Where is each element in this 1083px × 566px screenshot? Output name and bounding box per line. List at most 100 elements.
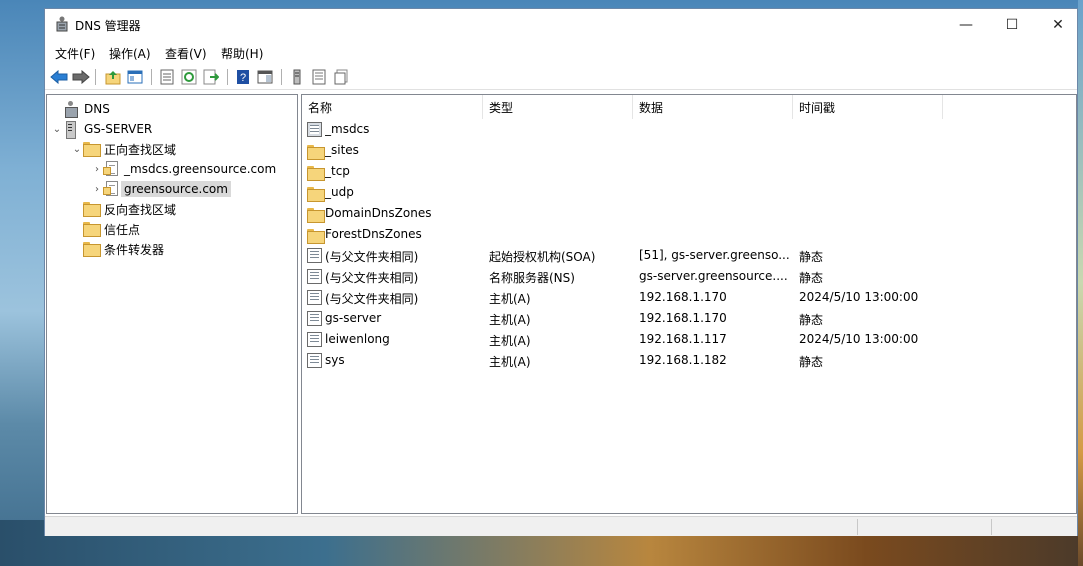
dns-icon — [63, 101, 79, 118]
record-icon — [307, 332, 322, 347]
back-icon[interactable] — [49, 67, 69, 87]
tree-item-label: 反向查找区域 — [104, 202, 177, 217]
tree-item-label: GS-SERVER — [84, 122, 153, 136]
dns-app-icon — [56, 16, 68, 32]
cell-name: sys — [325, 353, 345, 367]
record-icon — [307, 248, 322, 263]
properties-icon[interactable] — [157, 67, 177, 87]
tree-item-gs-server[interactable]: ⌄ GS-SERVER — [51, 119, 152, 139]
table-row[interactable]: DomainDnsZones — [302, 203, 1076, 224]
toolbar: ? — [45, 64, 1077, 90]
menu-view[interactable]: 查看(V) — [165, 45, 207, 62]
zone-icon — [103, 181, 119, 197]
cell-name: (与父文件夹相同) — [325, 292, 419, 306]
menu-action[interactable]: 操作(A) — [109, 45, 151, 62]
cell-timestamp: 静态 — [799, 313, 824, 327]
folder-icon — [307, 164, 325, 181]
record-icon — [307, 353, 322, 368]
table-row[interactable]: gs-server 主机(A) 192.168.1.170 静态 — [302, 308, 1076, 329]
tree-item-forward-lookup-zones[interactable]: ⌄ 正向查找区域 — [71, 139, 176, 159]
column-header-type[interactable]: 类型 — [483, 95, 633, 119]
menu-file[interactable]: 文件(F) — [55, 45, 95, 62]
cell-name: leiwenlong — [325, 332, 390, 346]
records-list: 名称 类型 数据 时间戳 _msdcs _sites _tcp _udp DomainD… — [301, 94, 1077, 514]
title-bar: DNS 管理器 — ☐ ✕ — [45, 9, 1077, 40]
maximize-button[interactable]: ☐ — [989, 9, 1035, 40]
console-tree: DNS ⌄ GS-SERVER ⌄ 正向查找区域 › _msdcs.greens… — [46, 94, 298, 514]
server-icon[interactable] — [287, 67, 307, 87]
tree-item-label: _msdcs.greensource.com — [124, 162, 277, 176]
table-row[interactable]: _udp — [302, 182, 1076, 203]
record-icon — [307, 290, 322, 305]
cell-data: 192.168.1.170 — [639, 290, 727, 304]
chevron-down-icon[interactable]: ⌄ — [51, 124, 63, 135]
table-row[interactable]: _msdcs — [302, 119, 1076, 140]
cell-timestamp: 静态 — [799, 250, 824, 264]
folder-icon — [307, 185, 325, 202]
tree-item-label: 条件转发器 — [104, 242, 165, 257]
tree-item-trust-points[interactable]: 信任点 — [71, 219, 140, 239]
column-header-data[interactable]: 数据 — [633, 95, 793, 119]
chevron-right-icon[interactable]: › — [91, 164, 103, 175]
refresh-icon[interactable] — [179, 67, 199, 87]
tree-item-reverse-lookup-zones[interactable]: 反向查找区域 — [71, 199, 176, 219]
show-hide-console-tree-icon[interactable] — [125, 67, 145, 87]
svg-text:?: ? — [240, 72, 246, 84]
cell-timestamp: 静态 — [799, 271, 824, 285]
cell-data: 192.168.1.170 — [639, 311, 727, 325]
folder-icon — [307, 143, 325, 160]
cell-name: gs-server — [325, 311, 382, 325]
tree-item-msdcs-zone[interactable]: › _msdcs.greensource.com — [91, 159, 276, 179]
tree-item-dns[interactable]: DNS — [51, 99, 110, 119]
chevron-right-icon[interactable]: › — [91, 184, 103, 195]
tree-item-label: greensource.com — [121, 181, 231, 197]
cell-type: 名称服务器(NS) — [489, 271, 575, 285]
cell-timestamp: 2024/5/10 13:00:00 — [799, 290, 919, 304]
list-header: 名称 类型 数据 时间戳 — [302, 95, 1076, 119]
table-row[interactable]: (与父文件夹相同) 主机(A) 192.168.1.170 2024/5/10 13:… — [302, 287, 1076, 308]
tree-item-label: DNS — [84, 102, 110, 116]
show-action-pane-icon[interactable] — [255, 67, 275, 87]
close-button[interactable]: ✕ — [1035, 9, 1081, 40]
table-row[interactable]: (与父文件夹相同) 起始授权机构(SOA) [51], gs-server.gree… — [302, 245, 1076, 266]
record-icon[interactable] — [309, 67, 329, 87]
forward-icon[interactable] — [71, 67, 91, 87]
up-folder-icon[interactable] — [103, 67, 123, 87]
cell-name: _msdcs — [325, 122, 370, 136]
cell-data: [51], gs-server.greenso... — [639, 248, 789, 262]
column-header-name[interactable]: 名称 — [302, 95, 483, 119]
export-list-icon[interactable] — [201, 67, 221, 87]
cell-name: ForestDnsZones — [325, 227, 422, 241]
record-icon — [307, 311, 322, 326]
cell-name: _sites — [325, 143, 359, 157]
tree-item-conditional-forwarders[interactable]: 条件转发器 — [71, 239, 164, 259]
menu-help[interactable]: 帮助(H) — [221, 45, 263, 62]
folder-icon — [83, 201, 101, 217]
cell-type: 主机(A) — [489, 334, 531, 348]
table-row[interactable]: (与父文件夹相同) 名称服务器(NS) gs-server.greensource.… — [302, 266, 1076, 287]
column-header-timestamp[interactable]: 时间戳 — [793, 95, 943, 119]
tree-item-greensource-zone[interactable]: › greensource.com — [91, 179, 231, 199]
help-icon[interactable]: ? — [233, 67, 253, 87]
cell-data: 192.168.1.182 — [639, 353, 727, 367]
table-row[interactable]: _tcp — [302, 161, 1076, 182]
table-row[interactable]: _sites — [302, 140, 1076, 161]
copy-record-icon[interactable] — [331, 67, 351, 87]
cell-name: (与父文件夹相同) — [325, 271, 419, 285]
server-icon — [63, 121, 79, 139]
table-row[interactable]: ForestDnsZones — [302, 224, 1076, 245]
folder-icon — [83, 241, 101, 257]
tree-item-label: 正向查找区域 — [104, 142, 177, 157]
table-row[interactable]: sys 主机(A) 192.168.1.182 静态 — [302, 350, 1076, 371]
minimize-button[interactable]: — — [943, 9, 989, 40]
status-bar — [45, 516, 1077, 536]
folder-icon — [307, 206, 325, 223]
cell-timestamp: 静态 — [799, 355, 824, 369]
tree-item-label: 信任点 — [104, 222, 141, 237]
folder-icon — [83, 221, 101, 237]
zone-icon — [103, 161, 119, 177]
cell-name: (与父文件夹相同) — [325, 250, 419, 264]
cell-data: gs-server.greensource.... — [639, 269, 788, 283]
chevron-down-icon[interactable]: ⌄ — [71, 144, 83, 155]
table-row[interactable]: leiwenlong 主机(A) 192.168.1.117 2024/5/10 13… — [302, 329, 1076, 350]
